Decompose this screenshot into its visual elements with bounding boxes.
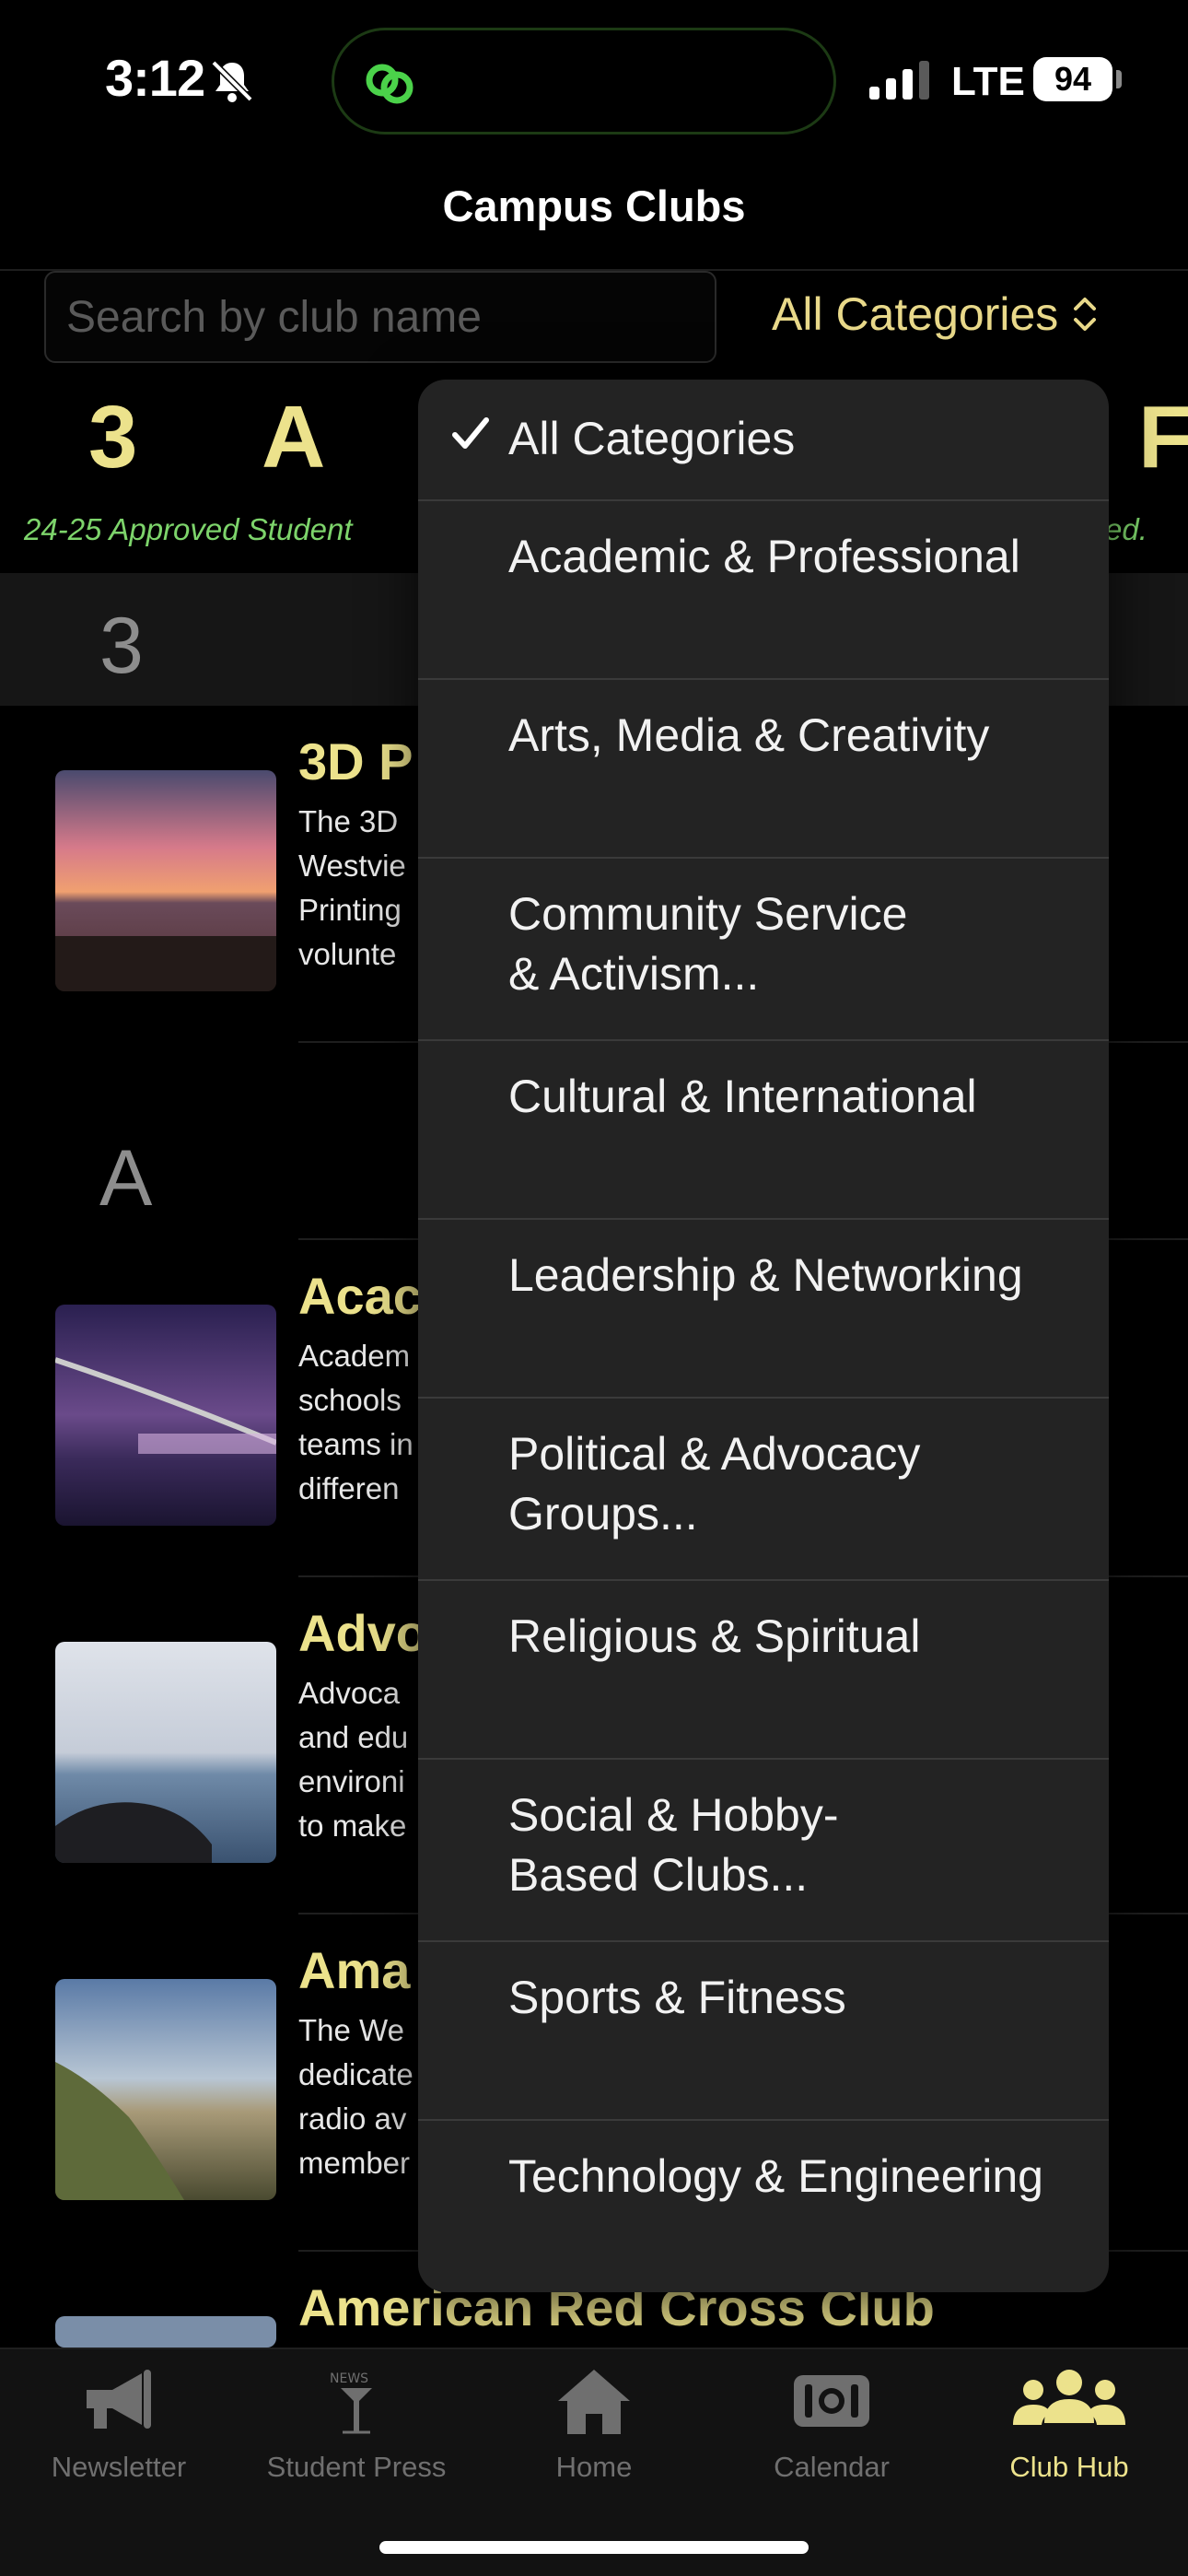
tab-newsletter[interactable]: Newsletter	[0, 2364, 238, 2484]
megaphone-icon	[87, 2370, 151, 2429]
menu-item-all-categories[interactable]: All Categories	[418, 380, 1109, 501]
tab-label: Home	[555, 2451, 633, 2483]
checkmark-icon	[452, 417, 489, 449]
tab-calendar[interactable]: Calendar	[713, 2364, 950, 2484]
tab-label: Calendar	[774, 2451, 890, 2483]
menu-item-religious[interactable]: Religious & Spiritual	[418, 1581, 1109, 1760]
menu-item-cultural[interactable]: Cultural & International	[418, 1041, 1109, 1220]
tab-label: Newsletter	[51, 2451, 187, 2483]
alpha-letter-f[interactable]: F	[1138, 387, 1188, 488]
approved-note-tail: ed.	[1105, 512, 1147, 546]
page-title: Campus Clubs	[442, 181, 746, 230]
menu-item-arts[interactable]: Arts, Media & Creativity	[418, 680, 1109, 859]
menu-item-label: All Categories	[508, 413, 796, 464]
alpha-letter-3[interactable]: 3	[88, 387, 137, 488]
club-description: The We dedicate radio av member	[298, 2013, 413, 2180]
club-description: The 3D Westvie Printing volunte	[298, 804, 406, 971]
menu-item-social-hobby[interactable]: Social & Hobby- Based Clubs...	[418, 1760, 1109, 1942]
category-dropdown-menu: All Categories Academic & Professional A…	[418, 380, 1109, 2292]
club-description: Advoca and edu environi to make	[298, 1676, 409, 1843]
club-name: Advo	[298, 1604, 427, 1662]
menu-item-label: Social & Hobby- Based Clubs...	[508, 1789, 839, 1901]
tab-club-hub[interactable]: Club Hub	[950, 2364, 1188, 2484]
home-indicator[interactable]	[379, 2541, 809, 2554]
menu-item-label: Sports & Fitness	[508, 1972, 846, 2023]
search-input[interactable]	[46, 273, 715, 361]
tab-label: Club Hub	[1009, 2451, 1129, 2483]
menu-item-label: Academic & Professional	[508, 531, 1020, 582]
battery-nub	[1116, 70, 1122, 88]
club-name: Acac	[298, 1267, 422, 1325]
battery-indicator: 94	[1033, 57, 1112, 101]
club-thumbnail-coast	[55, 1642, 276, 1863]
menu-item-academic[interactable]: Academic & Professional	[418, 501, 1109, 680]
house-icon	[558, 2370, 630, 2434]
menu-item-technology[interactable]: Technology & Engineering	[418, 2121, 1109, 2292]
silent-bell-icon	[211, 60, 253, 102]
section-letter: A	[99, 1134, 153, 1223]
menu-item-label: Technology & Engineering	[508, 2150, 1043, 2202]
club-row[interactable]: American Red Cross Club	[0, 2278, 1188, 2348]
category-select[interactable]: All Categories	[772, 287, 1099, 341]
network-type: LTE	[951, 59, 1025, 104]
club-name: Ama	[298, 1941, 411, 1999]
tab-label: Student Press	[266, 2451, 447, 2483]
club-thumbnail-sky	[55, 2316, 276, 2348]
club-name: 3D P	[298, 732, 413, 790]
menu-item-label: Religious & Spiritual	[508, 1610, 921, 1662]
menu-item-label: Arts, Media & Creativity	[508, 709, 990, 761]
menu-item-sports[interactable]: Sports & Fitness	[418, 1942, 1109, 2121]
ticket-icon	[794, 2375, 869, 2427]
people-icon	[1013, 2370, 1125, 2425]
menu-item-label: Cultural & International	[508, 1071, 977, 1122]
press-logo-icon: NEWS	[330, 2371, 372, 2434]
search-field[interactable]	[44, 271, 716, 363]
status-bar: 3:12 LTE 94	[0, 0, 1188, 161]
menu-item-label: Leadership & Networking	[508, 1249, 1023, 1301]
chevron-updown-icon	[1074, 298, 1097, 331]
approved-note: 24-25 Approved Student	[24, 512, 353, 546]
tab-home[interactable]: Home	[475, 2364, 713, 2484]
menu-item-label: Political & Advocacy Groups...	[508, 1428, 921, 1540]
club-thumbnail-cliff	[55, 1979, 276, 2200]
menu-item-label: Community Service & Activism...	[508, 888, 908, 1000]
club-thumbnail-sunset	[55, 770, 276, 991]
dynamic-island[interactable]	[332, 28, 836, 135]
club-description: Academ schools teams in differen	[298, 1339, 413, 1505]
link-activity-icon	[366, 64, 413, 104]
category-select-label: All Categories	[772, 288, 1059, 340]
signal-bars-icon	[869, 61, 929, 100]
tab-student-press[interactable]: NEWS Student Press	[238, 2364, 475, 2484]
club-thumbnail-bridge	[55, 1305, 276, 1526]
alpha-letter-a[interactable]: A	[262, 387, 325, 488]
menu-item-leadership[interactable]: Leadership & Networking	[418, 1220, 1109, 1399]
svg-text:NEWS: NEWS	[330, 2371, 368, 2386]
section-letter: 3	[99, 602, 144, 690]
menu-item-political[interactable]: Political & Advocacy Groups...	[418, 1399, 1109, 1581]
status-time: 3:12	[105, 49, 205, 107]
menu-item-community-service[interactable]: Community Service & Activism...	[418, 859, 1109, 1041]
